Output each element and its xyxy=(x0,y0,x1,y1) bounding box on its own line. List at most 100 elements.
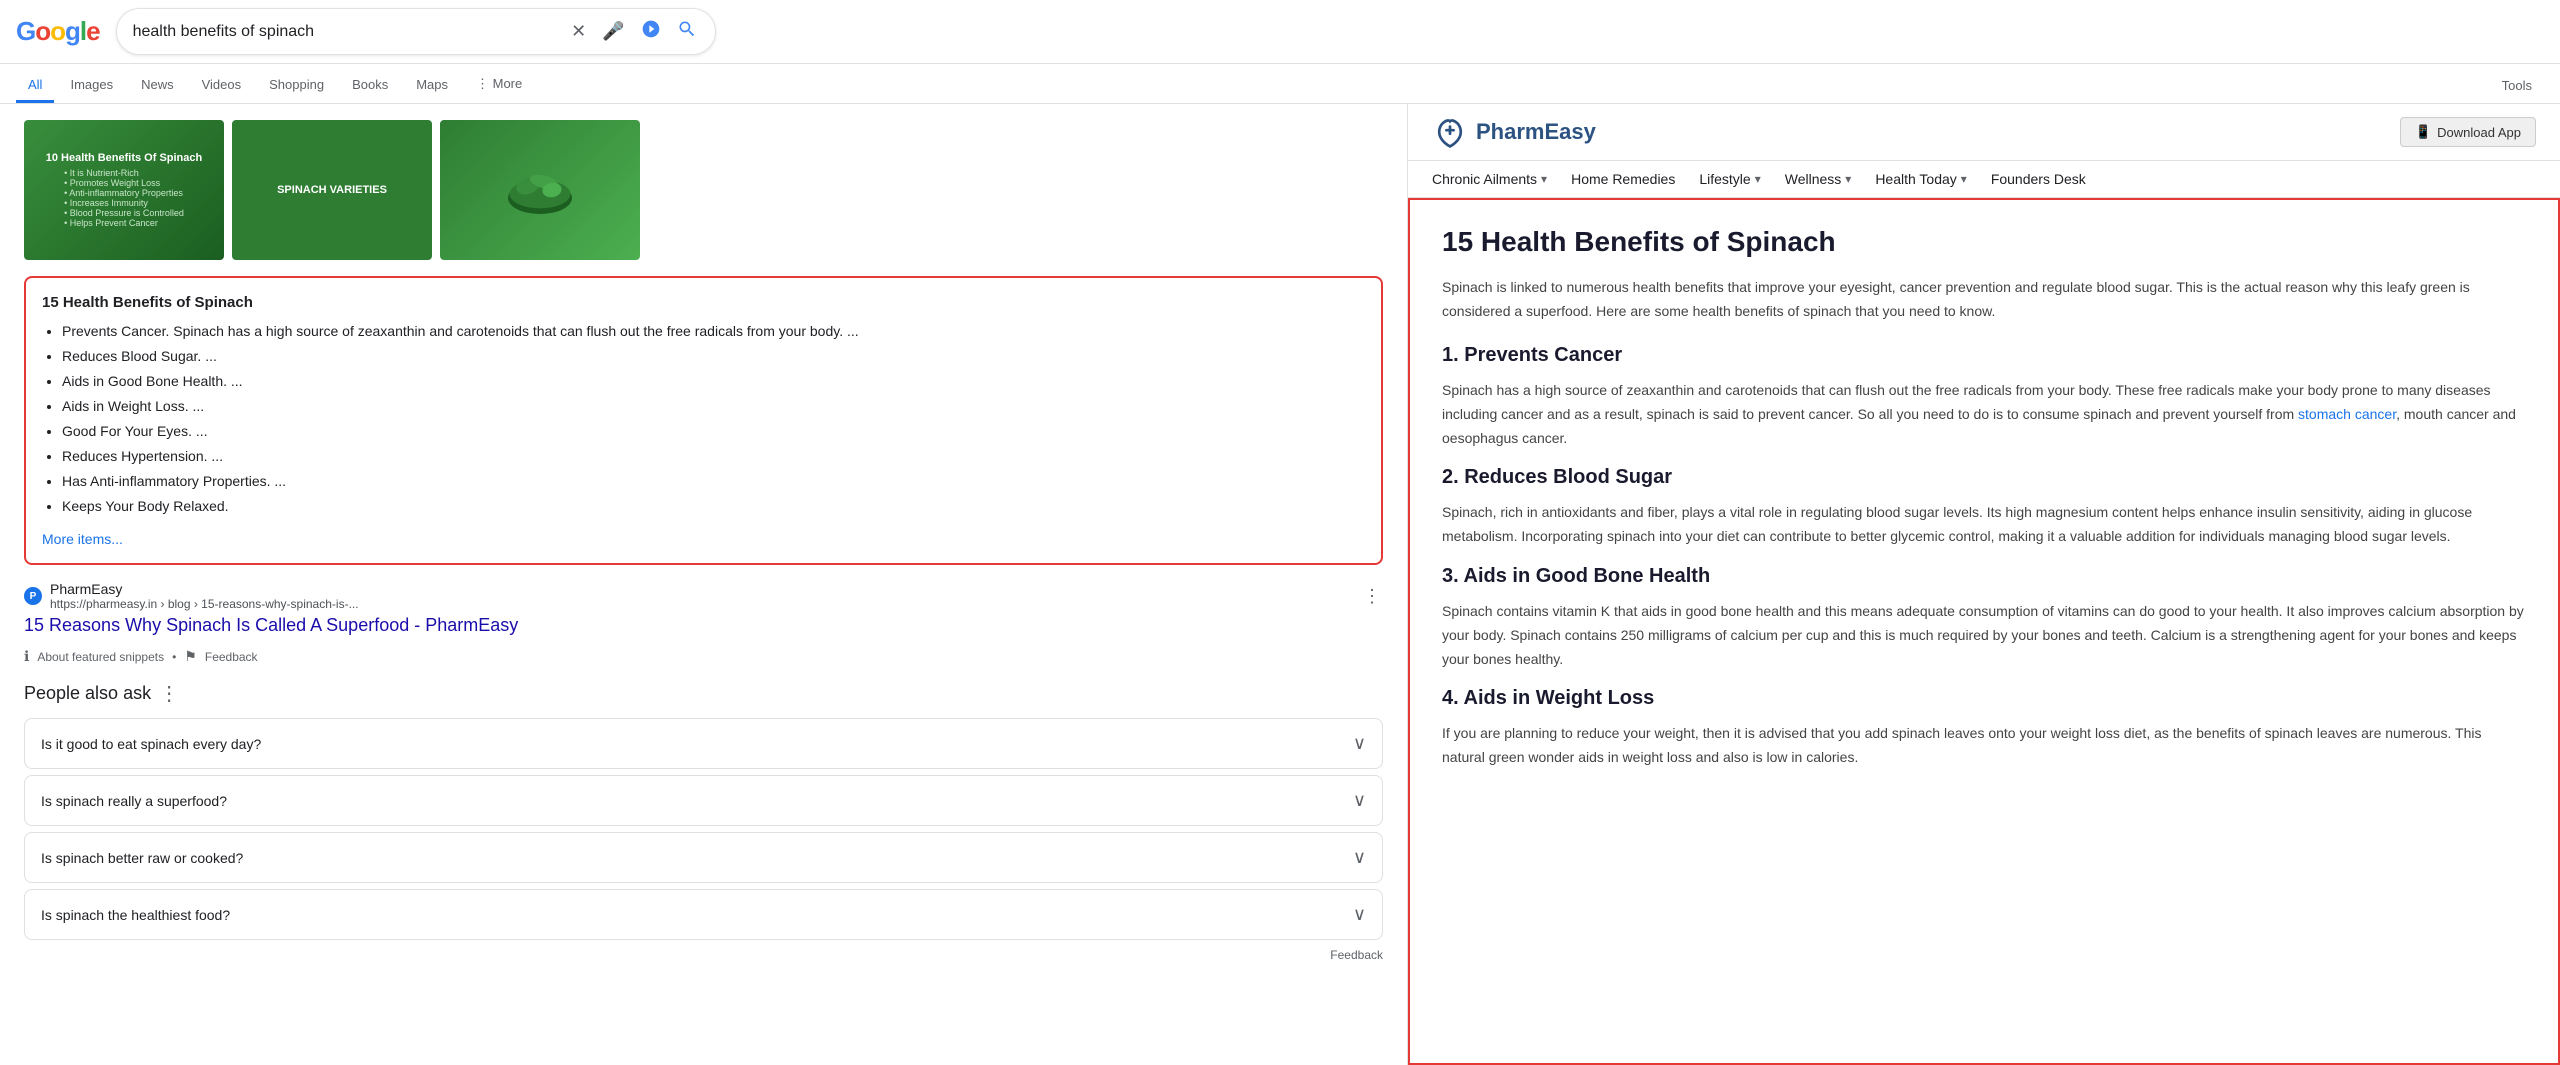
right-panel: PharmEasy 📱 Download App Chronic Ailment… xyxy=(1408,104,2560,1065)
image-search-icon[interactable] xyxy=(639,17,663,46)
tab-images[interactable]: Images xyxy=(58,69,125,103)
tab-books[interactable]: Books xyxy=(340,69,400,103)
nav-lifestyle[interactable]: Lifestyle ▾ xyxy=(1699,171,1760,187)
voice-search-icon[interactable]: 🎤 xyxy=(600,19,626,44)
pharmeasy-logo: PharmEasy xyxy=(1432,114,1596,150)
download-btn-label: Download App xyxy=(2437,125,2521,140)
spinach-visual-1: 10 Health Benefits Of Spinach • It is Nu… xyxy=(24,120,224,260)
article-title: 15 Health Benefits of Spinach xyxy=(1442,224,2526,260)
paa-chevron-3: ∨ xyxy=(1353,847,1366,868)
feedback-icon: ⚑ xyxy=(184,648,197,665)
search-input[interactable]: health benefits of spinach xyxy=(133,23,557,41)
nav-chronic-ailments-label: Chronic Ailments xyxy=(1432,171,1537,187)
about-snippets-icon: ℹ xyxy=(24,648,29,665)
nav-health-today-label: Health Today xyxy=(1875,171,1956,187)
tab-maps[interactable]: Maps xyxy=(404,69,460,103)
spinach-varieties-image: SPINACH VARIETIES xyxy=(232,120,432,260)
source-url: https://pharmeasy.in › blog › 15-reasons… xyxy=(50,597,359,611)
pharmeasy-nav: Chronic Ailments ▾ Home Remedies Lifesty… xyxy=(1408,161,2560,198)
left-panel: 10 Health Benefits Of Spinach • It is Nu… xyxy=(0,104,1408,1065)
pharmeasy-logo-icon xyxy=(1432,114,1468,150)
smartphone-icon: 📱 xyxy=(2415,124,2431,140)
spinach-bowl-image xyxy=(440,120,640,260)
more-items-link[interactable]: More items... xyxy=(42,531,123,547)
health-today-chevron-icon: ▾ xyxy=(1961,172,1967,186)
download-app-button[interactable]: 📱 Download App xyxy=(2400,117,2536,147)
source-result: P PharmEasy https://pharmeasy.in › blog … xyxy=(24,581,1383,636)
nav-health-today[interactable]: Health Today ▾ xyxy=(1875,171,1967,187)
nav-lifestyle-label: Lifestyle xyxy=(1699,171,1750,187)
about-snippets-link[interactable]: About featured snippets xyxy=(37,650,164,664)
paa-item-3[interactable]: Is spinach better raw or cooked? ∨ xyxy=(24,832,1383,883)
list-item: Aids in Good Bone Health. ... xyxy=(62,371,1365,392)
source-meta: P PharmEasy https://pharmeasy.in › blog … xyxy=(24,581,1383,611)
search-submit-icon[interactable] xyxy=(675,17,699,46)
spinach-bowl-svg xyxy=(500,150,580,230)
paa-question-4: Is spinach the healthiest food? xyxy=(41,907,230,923)
section-title-3: 3. Aids in Good Bone Health xyxy=(1442,565,2526,588)
list-item: Has Anti-inflammatory Properties. ... xyxy=(62,471,1365,492)
spinach-visual-title: 10 Health Benefits Of Spinach xyxy=(46,152,202,164)
tab-all[interactable]: All xyxy=(16,69,54,103)
pharmeasy-name: PharmEasy xyxy=(1476,119,1596,145)
list-item: Good For Your Eyes. ... xyxy=(62,421,1365,442)
source-favicon: P xyxy=(24,587,42,605)
source-name: PharmEasy xyxy=(50,581,359,597)
section-text-4: If you are planning to reduce your weigh… xyxy=(1442,722,2526,770)
clear-icon[interactable]: ✕ xyxy=(569,19,588,44)
search-box[interactable]: health benefits of spinach ✕ 🎤 xyxy=(116,8,716,55)
nav-founders-desk[interactable]: Founders Desk xyxy=(1991,171,2086,187)
result-options-icon[interactable]: ⋮ xyxy=(1361,584,1383,609)
nav-wellness-label: Wellness xyxy=(1785,171,1842,187)
paa-chevron-1: ∨ xyxy=(1353,733,1366,754)
google-top-bar: Google health benefits of spinach ✕ 🎤 xyxy=(0,0,2560,64)
tab-videos[interactable]: Videos xyxy=(190,69,254,103)
nav-home-remedies[interactable]: Home Remedies xyxy=(1571,171,1675,187)
pharmeasy-header: PharmEasy 📱 Download App xyxy=(1408,104,2560,161)
main-content: 10 Health Benefits Of Spinach • It is Nu… xyxy=(0,104,2560,1065)
tab-shopping[interactable]: Shopping xyxy=(257,69,336,103)
wellness-chevron-icon: ▾ xyxy=(1845,172,1851,186)
section-title-1: 1. Prevents Cancer xyxy=(1442,344,2526,367)
paa-chevron-2: ∨ xyxy=(1353,790,1366,811)
images-row: 10 Health Benefits Of Spinach • It is Nu… xyxy=(24,120,1383,260)
lifestyle-chevron-icon: ▾ xyxy=(1755,172,1761,186)
section-text-2: Spinach, rich in antioxidants and fiber,… xyxy=(1442,501,2526,549)
section-text-1: Spinach has a high source of zeaxanthin … xyxy=(1442,379,2526,450)
spinach-visual-list: • It is Nutrient-Rich • Promotes Weight … xyxy=(64,168,184,228)
paa-question-1: Is it good to eat spinach every day? xyxy=(41,736,261,752)
nav-wellness[interactable]: Wellness ▾ xyxy=(1785,171,1852,187)
list-item: Prevents Cancer. Spinach has a high sour… xyxy=(62,321,1365,342)
tools-tab[interactable]: Tools xyxy=(2490,70,2544,101)
snippet-list: Prevents Cancer. Spinach has a high sour… xyxy=(42,321,1365,517)
paa-item-4[interactable]: Is spinach the healthiest food? ∨ xyxy=(24,889,1383,940)
tab-news[interactable]: News xyxy=(129,69,186,103)
paa-chevron-4: ∨ xyxy=(1353,904,1366,925)
paa-item-1[interactable]: Is it good to eat spinach every day? ∨ xyxy=(24,718,1383,769)
section-text-3: Spinach contains vitamin K that aids in … xyxy=(1442,600,2526,671)
result-link[interactable]: 15 Reasons Why Spinach Is Called A Super… xyxy=(24,615,518,635)
stomach-cancer-link[interactable]: stomach cancer xyxy=(2298,406,2396,422)
search-icon-group: ✕ 🎤 xyxy=(569,17,699,46)
paa-item-2[interactable]: Is spinach really a superfood? ∨ xyxy=(24,775,1383,826)
article-content: 15 Health Benefits of Spinach Spinach is… xyxy=(1408,198,2560,1065)
google-nav-tabs: All Images News Videos Shopping Books Ma… xyxy=(0,64,2560,104)
nav-home-remedies-label: Home Remedies xyxy=(1571,171,1675,187)
snippet-feedback-link[interactable]: Feedback xyxy=(205,650,258,664)
nav-founders-desk-label: Founders Desk xyxy=(1991,171,2086,187)
list-item: Keeps Your Body Relaxed. xyxy=(62,496,1365,517)
spinach-infographic-image: 10 Health Benefits Of Spinach • It is Nu… xyxy=(24,120,224,260)
paa-question-3: Is spinach better raw or cooked? xyxy=(41,850,243,866)
article-intro: Spinach is linked to numerous health ben… xyxy=(1442,276,2526,324)
spinach-varieties-label: SPINACH VARIETIES xyxy=(269,176,395,204)
snippet-title: 15 Health Benefits of Spinach xyxy=(42,294,1365,311)
nav-chronic-ailments[interactable]: Chronic Ailments ▾ xyxy=(1432,171,1547,187)
section-title-2: 2. Reduces Blood Sugar xyxy=(1442,466,2526,489)
section-title-4: 4. Aids in Weight Loss xyxy=(1442,687,2526,710)
featured-snippet: 15 Health Benefits of Spinach Prevents C… xyxy=(24,276,1383,565)
paa-options-icon[interactable]: ⋮ xyxy=(159,681,179,706)
paa-feedback[interactable]: Feedback xyxy=(24,948,1383,962)
paa-question-2: Is spinach really a superfood? xyxy=(41,793,227,809)
list-item: Reduces Hypertension. ... xyxy=(62,446,1365,467)
tab-more[interactable]: ⋮ More xyxy=(464,68,534,103)
